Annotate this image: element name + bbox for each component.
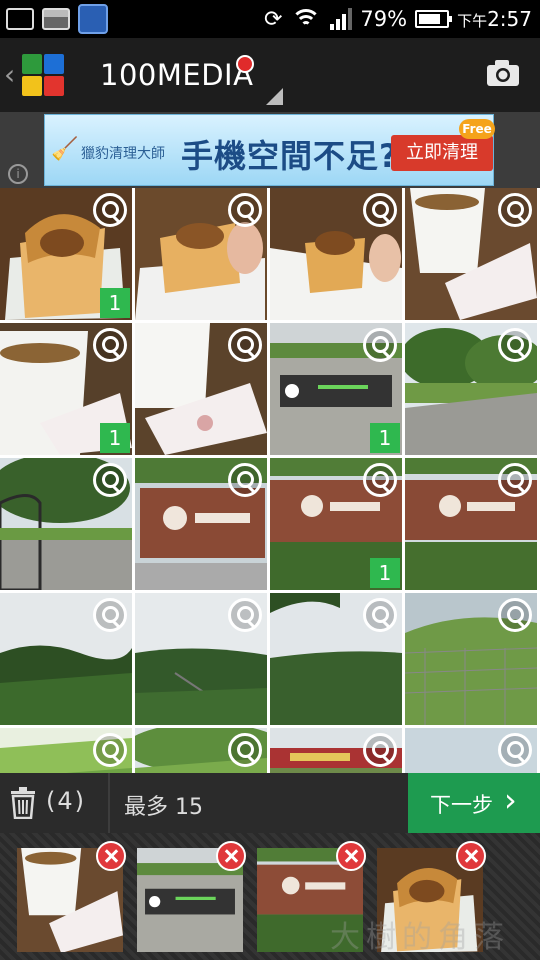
zoom-icon[interactable] bbox=[228, 598, 262, 632]
battery-percent: 79% bbox=[360, 7, 408, 31]
image-icon bbox=[42, 8, 70, 30]
remove-icon[interactable] bbox=[336, 841, 366, 871]
back-chevron-icon[interactable]: ‹ bbox=[4, 58, 15, 91]
zoom-icon[interactable] bbox=[363, 733, 397, 767]
photo-tile[interactable] bbox=[270, 593, 402, 725]
app-logo-icon[interactable] bbox=[22, 54, 66, 98]
photo-tile[interactable] bbox=[405, 188, 537, 320]
ad-content[interactable]: 🧹 獵豹清理大師 手機空間不足? 立即清理 Free bbox=[44, 114, 495, 186]
ad-cta-button[interactable]: 立即清理 bbox=[391, 135, 493, 171]
zoom-icon[interactable] bbox=[93, 463, 127, 497]
ad-brand: 獵豹清理大師 bbox=[81, 146, 165, 162]
selection-toolbar: (4) 最多 15 下一步 › bbox=[0, 773, 540, 833]
edit-icon bbox=[6, 8, 34, 30]
status-icons-right: ⟳ 79% 下午2:57 bbox=[264, 0, 532, 38]
zoom-icon[interactable] bbox=[498, 463, 532, 497]
next-step-button[interactable]: 下一步 › bbox=[408, 773, 540, 833]
game-icon bbox=[78, 4, 108, 34]
status-bar: ⟳ 79% 下午2:57 bbox=[0, 0, 540, 38]
sync-icon: ⟳ bbox=[263, 6, 283, 32]
remove-icon[interactable] bbox=[216, 841, 246, 871]
zoom-icon[interactable] bbox=[228, 463, 262, 497]
zoom-icon[interactable] bbox=[498, 328, 532, 362]
selection-count-badge: 1 bbox=[370, 558, 400, 588]
zoom-icon[interactable] bbox=[363, 328, 397, 362]
photo-tile[interactable] bbox=[405, 323, 537, 455]
status-icons-left bbox=[0, 4, 108, 34]
ad-info-icon[interactable]: i bbox=[8, 164, 28, 184]
photo-tile[interactable]: 1 bbox=[0, 323, 132, 455]
selection-count-badge: 1 bbox=[100, 288, 130, 318]
signal-icon bbox=[330, 8, 353, 30]
album-title[interactable]: 100MEDIA bbox=[100, 58, 253, 92]
ad-free-badge: Free bbox=[459, 119, 495, 139]
photo-tile[interactable] bbox=[0, 728, 132, 773]
toolbar-divider bbox=[108, 773, 110, 833]
photo-tile[interactable] bbox=[0, 593, 132, 725]
zoom-icon[interactable] bbox=[228, 733, 262, 767]
photo-tile[interactable] bbox=[405, 593, 537, 725]
photo-tile[interactable] bbox=[135, 188, 267, 320]
zoom-icon[interactable] bbox=[93, 733, 127, 767]
max-selection-label: 最多 15 bbox=[124, 795, 203, 820]
notification-dot bbox=[236, 55, 254, 73]
zoom-icon[interactable] bbox=[228, 193, 262, 227]
photo-tile[interactable]: 1 bbox=[270, 458, 402, 590]
zoom-icon[interactable] bbox=[93, 193, 127, 227]
zoom-icon[interactable] bbox=[363, 598, 397, 632]
photo-tile[interactable] bbox=[135, 323, 267, 455]
broom-icon: 🧹 bbox=[51, 137, 79, 162]
clock: 下午2:57 bbox=[457, 7, 532, 31]
zoom-icon[interactable] bbox=[363, 463, 397, 497]
photo-tile[interactable] bbox=[135, 728, 267, 773]
battery-icon bbox=[415, 10, 453, 28]
ad-banner[interactable]: 🧹 獵豹清理大師 手機空間不足? 立即清理 Free i bbox=[0, 112, 540, 188]
remove-icon[interactable] bbox=[96, 841, 126, 871]
photo-tile[interactable] bbox=[135, 458, 267, 590]
photo-tile[interactable] bbox=[405, 458, 537, 590]
selected-count: (4) bbox=[46, 787, 86, 815]
chevron-right-icon: › bbox=[504, 781, 517, 819]
wifi-icon bbox=[290, 7, 322, 31]
ad-headline: 手機空間不足? bbox=[181, 137, 399, 175]
zoom-icon[interactable] bbox=[93, 598, 127, 632]
remove-icon[interactable] bbox=[456, 841, 486, 871]
photo-tile[interactable] bbox=[0, 458, 132, 590]
dropdown-icon[interactable] bbox=[266, 88, 283, 105]
camera-icon[interactable] bbox=[485, 58, 521, 88]
photo-tile[interactable] bbox=[405, 728, 537, 773]
zoom-icon[interactable] bbox=[363, 193, 397, 227]
next-step-label: 下一步 bbox=[430, 793, 493, 817]
zoom-icon[interactable] bbox=[228, 328, 262, 362]
photo-tile[interactable]: 1 bbox=[270, 323, 402, 455]
photo-tile[interactable] bbox=[270, 188, 402, 320]
photo-tile[interactable]: 1 bbox=[0, 188, 132, 320]
photo-grid[interactable]: 1 1 1 1 bbox=[0, 188, 540, 773]
zoom-icon[interactable] bbox=[93, 328, 127, 362]
zoom-icon[interactable] bbox=[498, 598, 532, 632]
watermark: 大樹的角落 bbox=[330, 920, 510, 955]
photo-tile[interactable] bbox=[135, 593, 267, 725]
selection-count-badge: 1 bbox=[100, 423, 130, 453]
trash-icon[interactable] bbox=[10, 787, 36, 819]
photo-tile[interactable] bbox=[270, 728, 402, 773]
zoom-icon[interactable] bbox=[498, 193, 532, 227]
selection-count-badge: 1 bbox=[370, 423, 400, 453]
zoom-icon[interactable] bbox=[498, 733, 532, 767]
